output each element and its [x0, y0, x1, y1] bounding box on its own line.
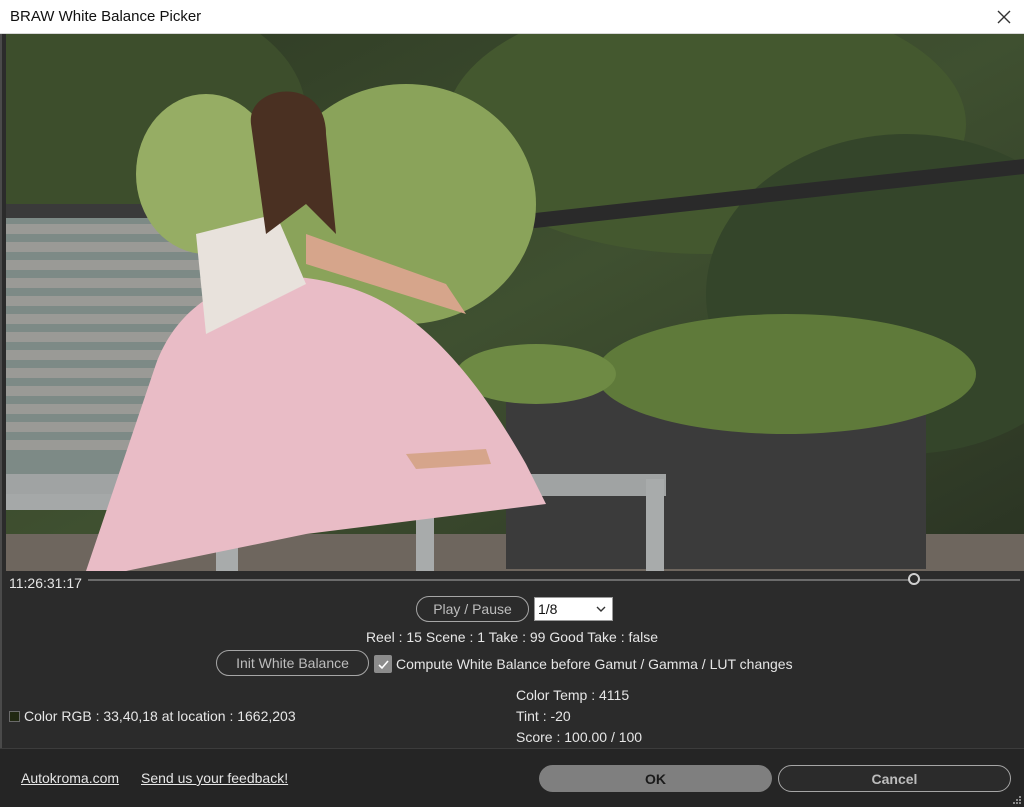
color-temp-readout: Color Temp : 4115 [516, 687, 629, 703]
playback-speed-select[interactable]: 1/8 [534, 597, 613, 621]
color-swatch [9, 711, 20, 722]
video-preview[interactable] [6, 34, 1024, 571]
scrub-track[interactable] [88, 579, 1020, 581]
close-icon [997, 10, 1011, 24]
chevron-down-icon [596, 602, 606, 616]
color-rgb-readout: Color RGB : 33,40,18 at location : 1662,… [24, 708, 296, 724]
timecode: 11:26:31:17 [9, 575, 82, 591]
checkmark-icon [377, 658, 390, 671]
compute-before-lut-label[interactable]: Compute White Balance before Gamut / Gam… [396, 656, 793, 672]
window-title: BRAW White Balance Picker [10, 8, 201, 25]
playback-speed-value: 1/8 [538, 601, 557, 617]
resize-grip-icon[interactable] [1012, 795, 1022, 805]
autokroma-link[interactable]: Autokroma.com [21, 770, 119, 786]
tint-readout: Tint : -20 [516, 708, 571, 724]
video-frame-image [6, 34, 1024, 571]
ok-button[interactable]: OK [539, 765, 772, 792]
scrub-handle[interactable] [908, 573, 920, 585]
play-pause-button[interactable]: Play / Pause [416, 596, 529, 622]
score-readout: Score : 100.00 / 100 [516, 729, 642, 745]
clip-info: Reel : 15 Scene : 1 Take : 99 Good Take … [0, 629, 1024, 645]
compute-before-lut-checkbox[interactable] [374, 655, 392, 673]
close-button[interactable] [984, 0, 1024, 34]
feedback-link[interactable]: Send us your feedback! [141, 770, 288, 786]
title-bar: BRAW White Balance Picker [0, 0, 1024, 34]
init-white-balance-button[interactable]: Init White Balance [216, 650, 369, 676]
cancel-button[interactable]: Cancel [778, 765, 1011, 792]
